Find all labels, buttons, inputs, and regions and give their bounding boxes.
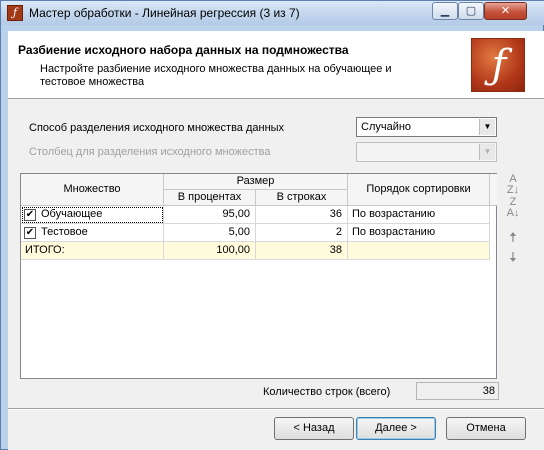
subsets-grid[interactable]: Множество Размер В процентах В строках П… <box>20 173 497 379</box>
column-header-size: Размер <box>164 174 348 190</box>
column-header-filler <box>490 174 497 206</box>
column-header-set[interactable]: Множество <box>21 174 164 206</box>
total-rows: 38 <box>256 242 348 260</box>
next-button[interactable]: Далее > <box>356 417 436 440</box>
arrow-down-icon[interactable]: 🠇 <box>504 247 522 267</box>
table-row[interactable]: ✔ Обучающее 95,00 36 По возрастанию <box>21 206 497 224</box>
chevron-down-icon[interactable]: ▼ <box>479 144 495 160</box>
total-row: ИТОГО: 100,00 38 <box>21 242 497 260</box>
wizard-header: Разбиение исходного набора данных на под… <box>8 31 544 99</box>
sort-cell[interactable]: По возрастанию <box>348 224 490 242</box>
sort-az-icon[interactable]: A Z↓ <box>504 174 522 196</box>
header-title: Разбиение исходного набора данных на под… <box>18 43 349 57</box>
maximize-button[interactable]: ▢ <box>458 2 484 20</box>
rows-cell[interactable]: 2 <box>256 224 348 242</box>
total-sort <box>348 242 490 260</box>
app-icon: ƒ <box>7 5 23 21</box>
include-checkbox[interactable]: ✔ <box>24 227 36 239</box>
column-header-sort[interactable]: Порядок сортировки <box>348 174 490 206</box>
sort-za-icon[interactable]: Z A↓ <box>504 197 522 219</box>
arrow-up-icon[interactable]: 🠅 <box>504 227 522 247</box>
percent-cell[interactable]: 5,00 <box>164 224 256 242</box>
subset-name-cell[interactable]: ✔ Обучающее <box>21 206 164 224</box>
subset-name: Тестовое <box>41 226 88 238</box>
header-subtitle: Настройте разбиение исходного множества … <box>40 63 392 88</box>
table-row[interactable]: ✔ Тестовое 5,00 2 По возрастанию <box>21 224 497 242</box>
subset-name: Обучающее <box>41 208 103 220</box>
window-title: Мастер обработки - Линейная регрессия (3… <box>29 6 300 20</box>
include-checkbox[interactable]: ✔ <box>24 209 36 221</box>
split-column-select[interactable]: ▼ <box>356 142 497 162</box>
rows-cell[interactable]: 36 <box>256 206 348 224</box>
percent-cell[interactable]: 95,00 <box>164 206 256 224</box>
sort-cell[interactable]: По возрастанию <box>348 206 490 224</box>
chevron-down-icon[interactable]: ▼ <box>479 119 495 135</box>
minimize-button[interactable]: ▁ <box>432 2 458 20</box>
wizard-client-area: Разбиение исходного набора данных на под… <box>8 31 544 450</box>
title-bar[interactable]: ƒ Мастер обработки - Линейная регрессия … <box>1 1 544 25</box>
footer-divider <box>8 408 544 410</box>
row-count-value: 38 <box>416 382 499 400</box>
split-method-label: Способ разделения исходного множества да… <box>29 122 285 134</box>
total-label: ИТОГО: <box>21 242 164 260</box>
split-column-label: Столбец для разделения исходного множест… <box>29 146 271 158</box>
split-method-select[interactable]: Случайно ▼ <box>356 117 497 137</box>
logo-icon: ƒ <box>471 38 525 92</box>
total-percent: 100,00 <box>164 242 256 260</box>
back-button[interactable]: < Назад <box>274 417 354 440</box>
subset-name-cell[interactable]: ✔ Тестовое <box>21 224 164 242</box>
row-count-label: Количество строк (всего) <box>263 386 391 398</box>
cancel-button[interactable]: Отмена <box>446 417 526 440</box>
column-header-percent[interactable]: В процентах <box>164 190 256 206</box>
split-method-value: Случайно <box>361 121 412 133</box>
close-button[interactable]: ✕ <box>484 2 527 20</box>
wizard-window: ƒ Мастер обработки - Линейная регрессия … <box>0 0 544 450</box>
column-header-rows[interactable]: В строках <box>256 190 348 206</box>
